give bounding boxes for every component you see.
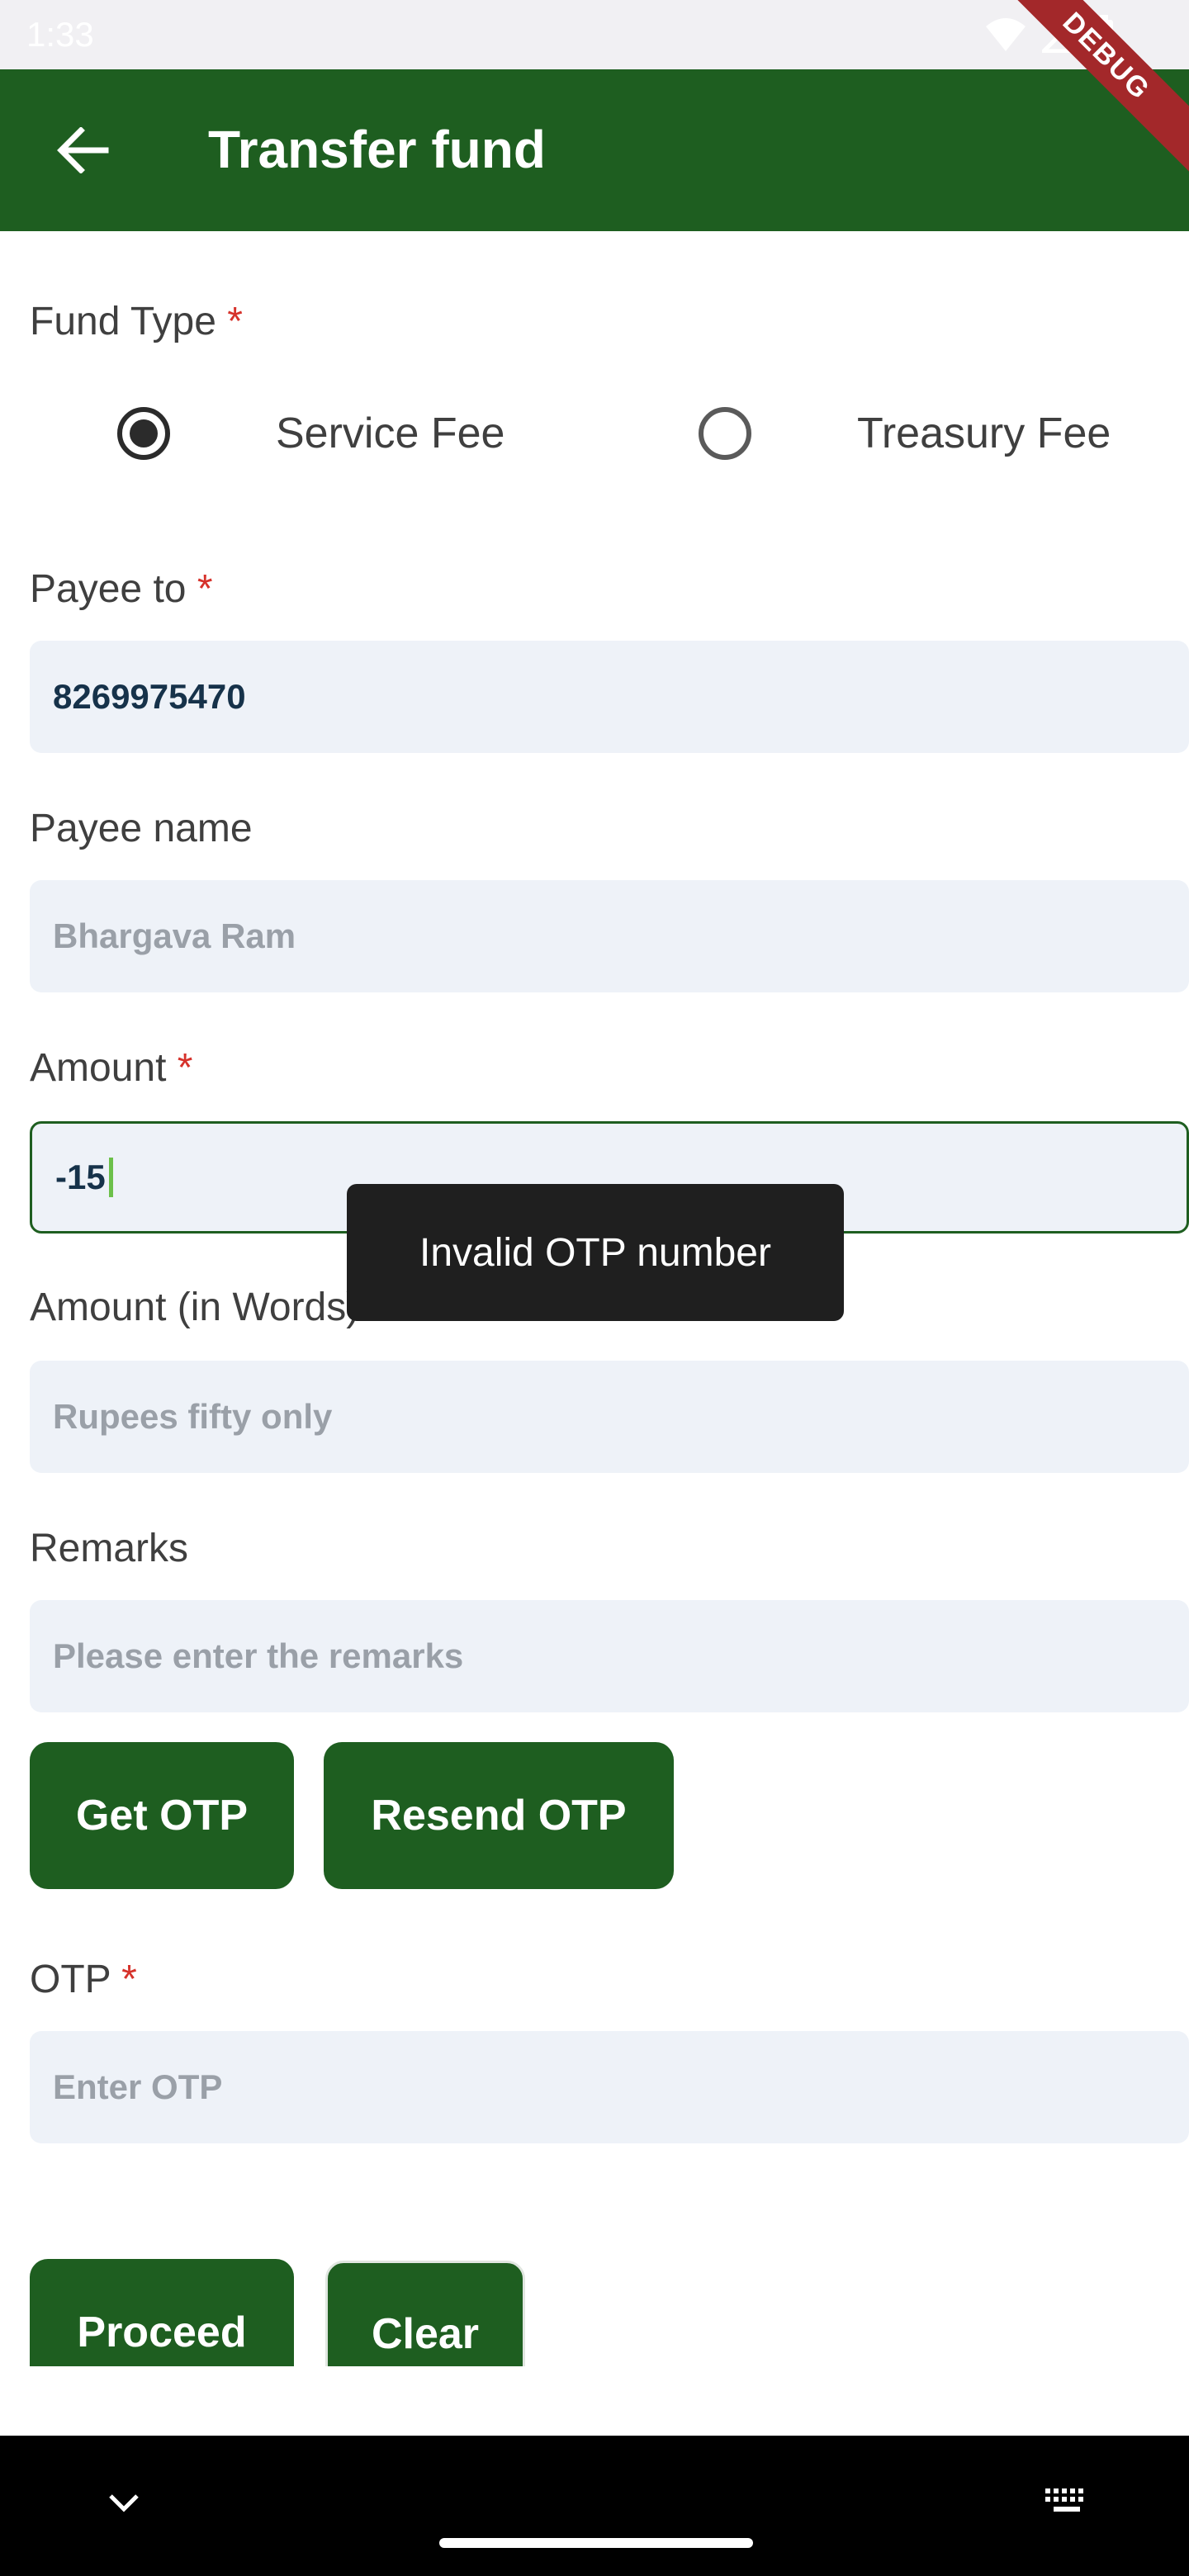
- keyboard-switch-button[interactable]: [1040, 2477, 1093, 2526]
- otp-label-text: OTP: [30, 1958, 111, 2001]
- amount-label-text: Amount: [30, 1046, 167, 1090]
- remarks-placeholder: Please enter the remarks: [53, 1636, 464, 1675]
- otp-field[interactable]: Enter OTP: [30, 2031, 1189, 2143]
- payee-name-label-text: Payee name: [30, 807, 253, 850]
- status-time: 1:33: [26, 15, 94, 54]
- fund-type-radio-group: Service Fee Treasury Fee: [0, 388, 1189, 479]
- required-mark: *: [197, 567, 213, 611]
- payee-to-field[interactable]: 8269975470: [30, 641, 1189, 753]
- amount-words-label: Amount (in Words): [30, 1285, 359, 1330]
- keyboard-icon: [1045, 2488, 1083, 2512]
- text-cursor: [108, 1158, 113, 1197]
- amount-value: -15: [55, 1158, 106, 1196]
- back-button[interactable]: [33, 116, 132, 185]
- otp-placeholder: Enter OTP: [53, 2067, 223, 2106]
- amount-words-field[interactable]: Rupees fifty only: [30, 1361, 1189, 1473]
- remarks-field[interactable]: Please enter the remarks: [30, 1600, 1189, 1712]
- page-title: Transfer fund: [208, 120, 546, 179]
- nav-back-button[interactable]: [99, 2479, 149, 2528]
- required-mark: *: [121, 1958, 137, 2001]
- arrow-left-icon: [57, 127, 109, 173]
- amount-words-label-text: Amount (in Words): [30, 1286, 360, 1329]
- payee-name-label: Payee name: [30, 806, 253, 851]
- remarks-label-text: Remarks: [30, 1527, 189, 1570]
- scroll-clip: [0, 2366, 1189, 2436]
- otp-label: OTP *: [30, 1957, 137, 2002]
- fund-type-label: Fund Type *: [30, 299, 243, 344]
- radio-service-fee[interactable]: Service Fee: [117, 388, 504, 479]
- required-mark: *: [177, 1046, 193, 1090]
- payee-name-field[interactable]: Bhargava Ram: [30, 880, 1189, 992]
- payee-to-label-text: Payee to: [30, 567, 187, 611]
- radio-label-treasury-fee: Treasury Fee: [857, 410, 1111, 457]
- chevron-down-icon: [109, 2494, 139, 2512]
- toast-message: Invalid OTP number: [347, 1184, 844, 1321]
- app-bar: Transfer fund: [0, 69, 1189, 231]
- get-otp-button[interactable]: Get OTP: [30, 1742, 294, 1889]
- system-nav-bar: [0, 2436, 1189, 2576]
- amount-label: Amount *: [30, 1045, 192, 1091]
- remarks-label: Remarks: [30, 1526, 188, 1571]
- radio-button-selected[interactable]: [117, 407, 170, 460]
- fund-type-label-text: Fund Type: [30, 300, 216, 343]
- status-bar: 1:33: [0, 0, 1189, 69]
- radio-button-unselected[interactable]: [699, 407, 751, 460]
- home-indicator[interactable]: [439, 2538, 753, 2548]
- payee-name-placeholder: Bhargava Ram: [53, 916, 296, 955]
- amount-words-placeholder: Rupees fifty only: [53, 1397, 333, 1436]
- resend-otp-button[interactable]: Resend OTP: [324, 1742, 674, 1889]
- radio-treasury-fee[interactable]: Treasury Fee: [699, 388, 1111, 479]
- payee-to-value: 8269975470: [53, 677, 246, 716]
- wifi-icon: [986, 18, 1026, 51]
- radio-label-service-fee: Service Fee: [276, 410, 505, 457]
- payee-to-label: Payee to *: [30, 566, 213, 612]
- required-mark: *: [227, 300, 243, 343]
